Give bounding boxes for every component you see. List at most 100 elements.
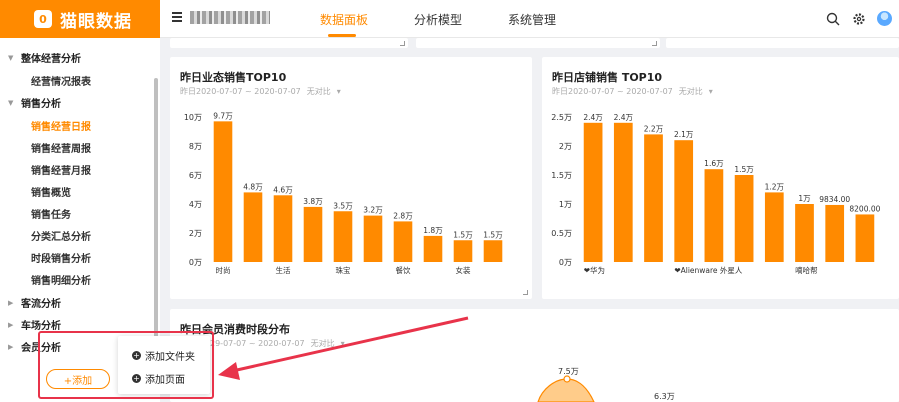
blurred-project-name: [190, 11, 270, 24]
bar-chart-store-sales: 0万 0.5万 1万 1.5万 2万 2.5万 2.4万 ❤华为 2.4万 2.2万 2.1万 ❤Al…: [551, 113, 880, 275]
bar[interactable]: [213, 121, 233, 262]
x-tick-label: 女装: [456, 265, 471, 275]
bar[interactable]: [303, 206, 323, 262]
top-bar: 0 猫眼数据 数据面板 分析模型 系统管理: [0, 0, 899, 38]
avatar[interactable]: [877, 11, 892, 26]
sidebar-scrollbar[interactable]: [154, 78, 158, 343]
bar[interactable]: [734, 175, 754, 262]
chevron-right-icon: ▶: [8, 298, 14, 307]
data-label: 1.5万: [453, 230, 473, 239]
gear-icon[interactable]: [852, 12, 866, 26]
y-tick-label: 1.5万: [551, 171, 572, 180]
sidebar-group-traffic[interactable]: ▶ 客流分析: [0, 295, 150, 311]
bar[interactable]: [423, 235, 443, 262]
sidebar-group-label: 客流分析: [21, 299, 61, 310]
data-label: 9834.00: [819, 195, 850, 204]
bar[interactable]: [674, 140, 694, 262]
partial-card-3: [666, 38, 899, 48]
data-label: 2.4万: [583, 113, 603, 122]
brand-name: 猫眼数据: [60, 11, 132, 32]
data-label: 2.8万: [393, 211, 413, 220]
data-label: 1.2万: [765, 182, 785, 191]
sidebar-item-sales-daily[interactable]: 销售经营日报: [31, 118, 91, 133]
bar[interactable]: [363, 215, 383, 262]
bar[interactable]: [333, 211, 353, 262]
data-label: 2.2万: [644, 124, 664, 133]
sidebar-group-overall[interactable]: ▼ 整体经营分析: [0, 50, 150, 66]
y-tick-label: 8万: [189, 142, 202, 151]
data-label: 1.5万: [734, 165, 754, 174]
sidebar-item-sales-detail[interactable]: 销售明细分析: [31, 272, 91, 287]
bar[interactable]: [764, 192, 784, 262]
bar[interactable]: [795, 204, 814, 262]
bar[interactable]: [825, 204, 845, 262]
x-tick-label: ❤Alienware 外星人: [674, 265, 743, 275]
sidebar-item-operation-report[interactable]: 经营情况报表: [31, 73, 91, 88]
data-label: 4.6万: [273, 185, 293, 194]
y-tick-label: 2.5万: [551, 113, 572, 122]
tab-system-management[interactable]: 系统管理: [508, 0, 556, 38]
y-tick-label: 2万: [559, 142, 572, 151]
bar[interactable]: [483, 240, 503, 262]
resize-handle-icon[interactable]: [523, 290, 528, 295]
data-label: 2.1万: [674, 130, 694, 139]
data-label: 1万: [798, 194, 811, 203]
sidebar-item-period-sales[interactable]: 时段销售分析: [31, 250, 91, 265]
sidebar-item-sales-weekly[interactable]: 销售经营周报: [31, 140, 91, 155]
area-chart-member-period: [537, 375, 595, 402]
data-label: 1.8万: [423, 226, 443, 235]
data-label: 2.4万: [614, 113, 634, 122]
bar[interactable]: [613, 122, 633, 262]
data-label: 3.8万: [303, 197, 323, 206]
sidebar-group-parking[interactable]: ▶ 车场分析: [0, 317, 150, 333]
logo-icon: 0: [34, 10, 52, 28]
y-tick-label: 1万: [559, 200, 572, 209]
data-label: 4.8万: [243, 182, 263, 191]
x-tick-label: 嘀哈帮: [795, 265, 818, 275]
y-tick-label: 6万: [189, 171, 202, 180]
resize-handle-icon[interactable]: [400, 41, 405, 46]
bar[interactable]: [644, 134, 663, 262]
bar[interactable]: [704, 169, 724, 262]
x-tick-label: ❤华为: [584, 265, 605, 275]
sidebar-item-category-summary[interactable]: 分类汇总分析: [31, 228, 91, 243]
data-label: 1.5万: [483, 230, 503, 239]
sidebar-group-label: 车场分析: [21, 321, 61, 332]
chevron-right-icon: ▶: [8, 320, 14, 329]
sidebar-item-sales-task[interactable]: 销售任务: [31, 206, 71, 221]
sidebar-item-sales-overview[interactable]: 销售概览: [31, 184, 71, 199]
active-tab-indicator: [328, 34, 356, 37]
x-tick-label: 珠宝: [336, 265, 351, 275]
partial-card-1: [170, 38, 408, 48]
chevron-down-icon: ▼: [8, 53, 14, 62]
card-member-period: 昨日会员消费时段分布 29-07-07 ~ 2020-07-07 无对比 ▾ 7.5…: [170, 309, 899, 402]
chevron-right-icon: ▶: [8, 342, 14, 351]
tab-dashboard[interactable]: 数据面板: [320, 0, 368, 38]
bar[interactable]: [583, 122, 603, 262]
bar[interactable]: [453, 240, 473, 262]
sidebar-group-sales[interactable]: ▼ 销售分析: [0, 95, 150, 111]
x-tick-label: 生活: [276, 265, 291, 275]
y-tick-label: 0万: [559, 258, 572, 267]
data-label: 9.7万: [213, 111, 233, 120]
bar[interactable]: [393, 221, 413, 262]
x-tick-label: 时尚: [216, 265, 231, 275]
card-store-sales: 昨日店铺销售 TOP10 昨日2020-07-07 ~ 2020-07-07 无对…: [542, 57, 899, 299]
bar[interactable]: [273, 195, 293, 262]
bar[interactable]: [243, 192, 263, 262]
sidebar-item-sales-monthly[interactable]: 销售经营月报: [31, 162, 91, 177]
search-icon[interactable]: [826, 12, 840, 26]
y-tick-label: 0万: [189, 258, 202, 267]
data-label: 3.5万: [333, 201, 353, 210]
sidebar-group-label: 整体经营分析: [21, 54, 81, 65]
bar[interactable]: [855, 214, 875, 262]
tab-analysis-model[interactable]: 分析模型: [414, 0, 462, 38]
y-tick-label: 0.5万: [551, 229, 572, 238]
menu-toggle-icon[interactable]: [172, 12, 182, 22]
logo[interactable]: 0 猫眼数据: [0, 0, 160, 38]
resize-handle-icon[interactable]: [652, 41, 657, 46]
y-tick-label: 10万: [184, 113, 202, 122]
chevron-down-icon: ▼: [8, 98, 14, 107]
sidebar-group-label: 销售分析: [21, 99, 61, 110]
data-label: 1.6万: [704, 159, 724, 168]
